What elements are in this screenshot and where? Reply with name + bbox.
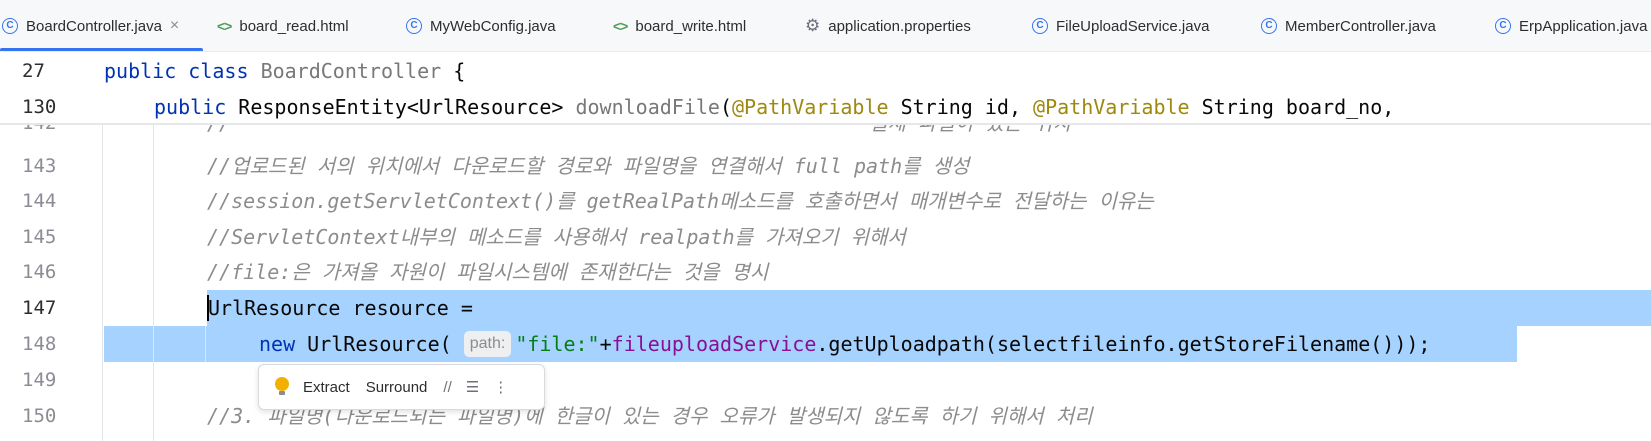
lightbulb-icon[interactable] (275, 377, 289, 397)
tab-board-write[interactable]: <> board_write.html (613, 0, 747, 51)
method-call: .getUploadpath(selectfileinfo.getStoreFi… (816, 332, 1431, 356)
reformat-icon[interactable]: ☰ (466, 378, 479, 396)
code-line-144: 144 //session.getServletContext()를 getRe… (0, 183, 1651, 219)
comment-text: //ServletContext내부의 메소드를 사용해서 realpath를 … (207, 225, 906, 249)
comment-text: //session.getServletContext()를 getRealPa… (207, 189, 1154, 213)
tab-boardcontroller[interactable]: C BoardController.java × (0, 0, 204, 51)
run-class-icon: C (1495, 18, 1511, 34)
tab-label: ErpApplication.java (1519, 17, 1648, 35)
tab-erpapplication[interactable]: C ErpApplication.java (1495, 0, 1648, 51)
tab-membercontroller[interactable]: C MemberController.java (1261, 0, 1436, 51)
code-text: UrlResource resource = (208, 296, 473, 320)
code-editor[interactable]: 142 // 실제 파일이 있는 위치 143 //업로드된 서의 위치에서 다… (0, 53, 1651, 441)
line-number: 149 (22, 369, 57, 391)
annotation: @PathVariable (732, 95, 889, 119)
code-line-148: 148 new UrlResource( path: "file:"+fileup… (0, 326, 1651, 362)
parameter: String board_no, (1189, 95, 1395, 119)
tab-label: application.properties (828, 17, 971, 35)
tab-label: MyWebConfig.java (430, 17, 556, 35)
tab-application-properties[interactable]: ⚙ application.properties (805, 0, 971, 51)
annotation: @PathVariable (1033, 95, 1190, 119)
field-reference: fileuploadService (611, 332, 817, 356)
line-number: 146 (22, 261, 57, 283)
tab-board-read[interactable]: <> board_read.html (217, 0, 349, 51)
paren: ( (719, 95, 732, 119)
line-number: 130 (22, 96, 57, 118)
class-icon: C (1032, 18, 1048, 34)
extract-button[interactable]: Extract (303, 379, 350, 396)
class-icon: C (2, 18, 18, 34)
code-line-146: 146 //file:은 가져올 자원이 파일시스템에 존재한다는 것을 명시 (0, 254, 1651, 290)
surround-button[interactable]: Surround (366, 379, 428, 396)
comment-text: //업로드된 서의 위치에서 다운로드할 경로와 파일명을 연결해서 full … (207, 154, 970, 178)
tab-label: board_write.html (635, 17, 747, 35)
floating-code-toolbar: Extract Surround // ☰ ⋮ (258, 364, 545, 410)
operator: + (599, 332, 612, 356)
gear-icon: ⚙ (805, 16, 821, 35)
html-icon: <> (613, 18, 628, 34)
line-number: 150 (22, 405, 57, 427)
line-number: 148 (22, 333, 57, 355)
tab-label: board_read.html (239, 17, 349, 35)
tab-mywebconfig[interactable]: C MyWebConfig.java (406, 0, 556, 51)
code-line-147: 147 UrlResource resource = (0, 290, 1651, 326)
tab-label: FileUploadService.java (1056, 17, 1210, 35)
string-literal: "file:" (515, 332, 600, 356)
close-icon[interactable]: × (170, 17, 179, 35)
line-number: 145 (22, 226, 57, 248)
editor-tab-bar: C BoardController.java × <> board_read.h… (0, 0, 1651, 52)
sticky-line-130[interactable]: 130 public ResponseEntity<UrlResource> d… (0, 89, 1651, 125)
parameter: String id, (888, 95, 1034, 119)
code-text: public ResponseEntity<UrlResource> downl… (154, 89, 1394, 125)
code-line-150: 150 //3. 파일명(다운로드되는 파일명)에 한글이 있는 경우 오류가 … (0, 398, 1651, 434)
sticky-line-27[interactable]: 27 public class BoardController { (0, 53, 1651, 89)
tab-fileuploadservice[interactable]: C FileUploadService.java (1032, 0, 1210, 51)
code-line-149: 149 (0, 362, 1651, 398)
class-name: BoardController (260, 59, 442, 83)
sticky-divider (0, 123, 1651, 125)
tab-label: MemberController.java (1285, 17, 1436, 35)
keyword-new: new (259, 332, 296, 356)
tab-label: BoardController.java (26, 17, 162, 35)
text-caret (207, 295, 209, 321)
parameter-hint: path: (463, 330, 512, 357)
html-icon: <> (217, 18, 232, 34)
comment-icon[interactable]: // (443, 379, 451, 396)
keyword: public (154, 95, 227, 119)
return-type: ResponseEntity<UrlResource> (238, 95, 564, 119)
class-icon: C (1261, 18, 1277, 34)
brace: { (441, 59, 466, 83)
line-number: 27 (22, 60, 45, 82)
more-icon[interactable]: ⋮ (493, 378, 508, 396)
code-text: new UrlResource( path: "file:"+fileupload… (259, 326, 1430, 362)
code-line-145: 145 //ServletContext내부의 메소드를 사용해서 realpa… (0, 219, 1651, 255)
line-number: 147 (22, 297, 57, 319)
code-text: public class BoardController { (104, 53, 465, 89)
keyword: public (104, 59, 177, 83)
class-name: UrlResource( (295, 332, 452, 356)
keyword: class (188, 59, 249, 83)
comment-text: //file:은 가져올 자원이 파일시스템에 존재한다는 것을 명시 (207, 260, 769, 284)
class-icon: C (406, 18, 422, 34)
method-name: downloadFile (575, 95, 720, 119)
code-line-143: 143 //업로드된 서의 위치에서 다운로드할 경로와 파일명을 연결해서 f… (0, 148, 1651, 184)
line-number: 144 (22, 190, 57, 212)
